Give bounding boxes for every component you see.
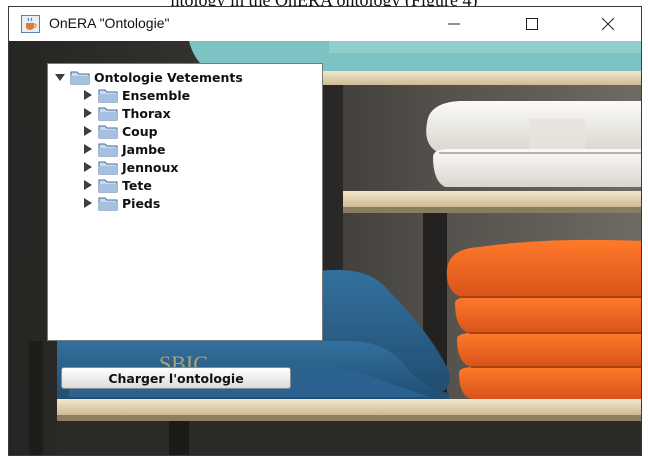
content-area: SBIC Ontologie Vetements Ensemble Thorax…: [9, 41, 641, 455]
tree-root-label: Ontologie Vetements: [94, 69, 243, 85]
tree-item-label: Tete: [122, 177, 152, 193]
tree-item-thorax[interactable]: Thorax: [82, 104, 171, 122]
collapsed-arrow-icon[interactable]: [82, 89, 94, 101]
folder-icon: [70, 71, 90, 84]
tree-item-ensemble[interactable]: Ensemble: [82, 86, 190, 104]
folder-icon: [98, 197, 118, 210]
tree-item-jennoux[interactable]: Jennoux: [82, 158, 178, 176]
tree-item-label: Ensemble: [122, 87, 191, 103]
load-ontology-button[interactable]: Charger l'ontologie: [61, 367, 291, 389]
minimize-icon: [448, 23, 460, 25]
collapsed-arrow-icon[interactable]: [82, 197, 94, 209]
maximize-button[interactable]: [509, 7, 555, 41]
window-title: OnERA "Ontologie": [49, 15, 170, 31]
collapsed-arrow-icon[interactable]: [82, 179, 94, 191]
maximize-icon: [526, 18, 538, 30]
folder-icon: [98, 89, 118, 102]
tree-item-tete[interactable]: Tete: [82, 176, 152, 194]
folder-icon: [98, 161, 118, 174]
collapsed-arrow-icon[interactable]: [82, 143, 94, 155]
title-bar[interactable]: OnERA "Ontologie": [9, 7, 641, 41]
tree-item-coup[interactable]: Coup: [82, 122, 158, 140]
close-button[interactable]: [585, 7, 631, 41]
collapsed-arrow-icon[interactable]: [82, 125, 94, 137]
tree-item-label: Jennoux: [122, 159, 179, 175]
ontology-tree[interactable]: Ontologie Vetements Ensemble Thorax Coup: [47, 63, 323, 341]
collapsed-arrow-icon[interactable]: [82, 107, 94, 119]
tree-root[interactable]: Ontologie Vetements: [54, 68, 243, 86]
tree-item-label: Coup: [122, 123, 158, 139]
java-cup-icon: [21, 15, 40, 33]
tree-item-pieds[interactable]: Pieds: [82, 194, 160, 212]
collapsed-arrow-icon[interactable]: [82, 161, 94, 173]
close-icon: [601, 17, 615, 31]
folder-icon: [98, 125, 118, 138]
tree-item-label: Jambe: [122, 141, 166, 157]
folder-icon: [98, 179, 118, 192]
app-window: OnERA "Ontologie" SBIC Ontologie Vetemen…: [8, 6, 642, 456]
expanded-arrow-icon[interactable]: [54, 71, 66, 83]
tree-item-jambe[interactable]: Jambe: [82, 140, 166, 158]
tree-item-label: Thorax: [122, 105, 171, 121]
tree-item-label: Pieds: [122, 195, 161, 211]
minimize-button[interactable]: [431, 7, 477, 41]
folder-icon: [98, 143, 118, 156]
folder-icon: [98, 107, 118, 120]
